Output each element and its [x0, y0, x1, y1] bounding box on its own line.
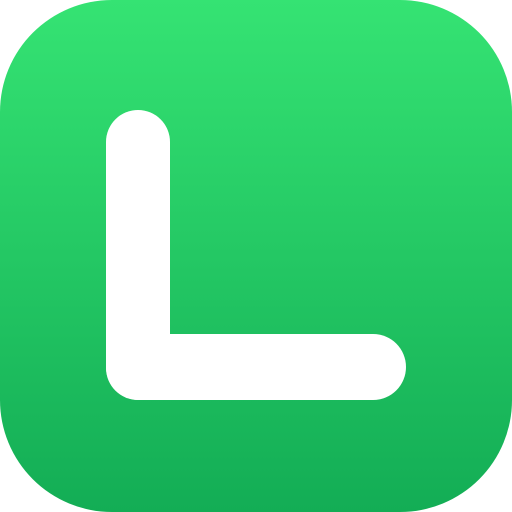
l-horizontal-stroke: [106, 334, 406, 400]
letter-l-icon: [106, 110, 406, 400]
app-icon-tile[interactable]: [0, 0, 512, 512]
